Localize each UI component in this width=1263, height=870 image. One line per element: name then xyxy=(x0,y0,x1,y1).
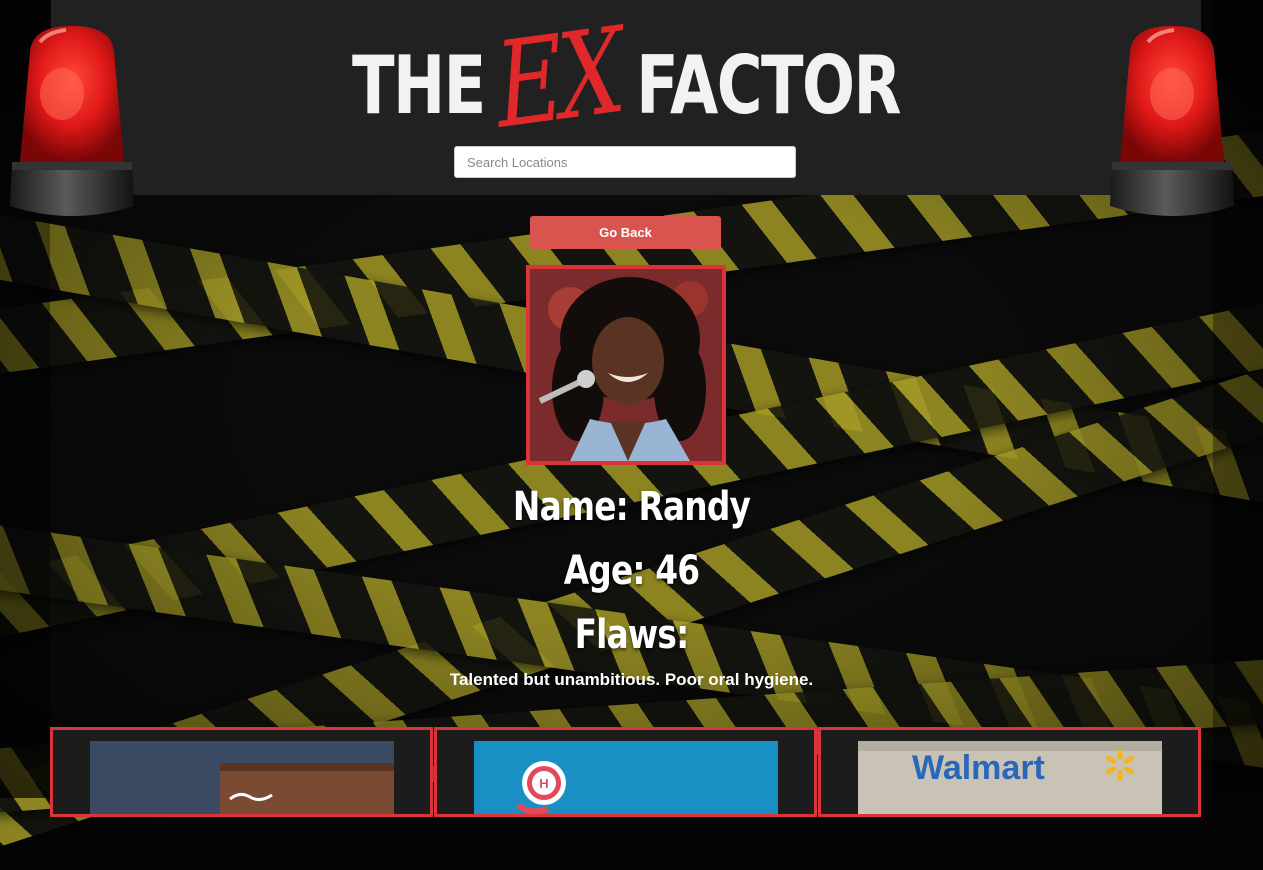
walmart-logo-text: Walmart xyxy=(912,749,1045,787)
profile-age-text: Age: 46 xyxy=(563,548,700,594)
logo-text-factor: FACTOR xyxy=(636,39,901,132)
location-image-graphic xyxy=(90,741,394,814)
siren-icon xyxy=(1110,26,1234,216)
location-image-graphic: H xyxy=(474,741,778,814)
location-image: H xyxy=(474,741,778,814)
site-logo[interactable]: THEEX FACTOR xyxy=(178,1,1075,155)
profile-name: Name: Randy xyxy=(0,484,1263,530)
profile-age: Age: 46 xyxy=(0,548,1263,594)
profile-flaws-heading: Flaws: xyxy=(0,612,1263,658)
location-card[interactable]: Walmart xyxy=(818,727,1201,817)
logo-text-ex: EX xyxy=(490,1,625,155)
location-image: Walmart xyxy=(858,741,1162,814)
profile-flaws-text: Talented but unambitious. Poor oral hygi… xyxy=(449,670,814,689)
location-card[interactable]: H xyxy=(434,727,817,817)
profile-photo xyxy=(526,265,726,465)
location-logo-text: H xyxy=(539,776,548,791)
location-card[interactable] xyxy=(50,727,433,817)
search-locations-input[interactable] xyxy=(454,146,796,178)
location-image-graphic: Walmart xyxy=(858,741,1162,814)
profile-name-text: Name: Randy xyxy=(512,484,751,530)
site-header: THEEX FACTOR xyxy=(51,0,1201,195)
profile-photo-image xyxy=(530,269,722,461)
flaws-heading-text: Flaws: xyxy=(574,612,690,658)
logo-text-the: THE xyxy=(351,39,486,132)
go-back-button[interactable]: Go Back xyxy=(530,216,721,249)
siren-icon xyxy=(10,26,134,216)
location-image xyxy=(90,741,394,814)
